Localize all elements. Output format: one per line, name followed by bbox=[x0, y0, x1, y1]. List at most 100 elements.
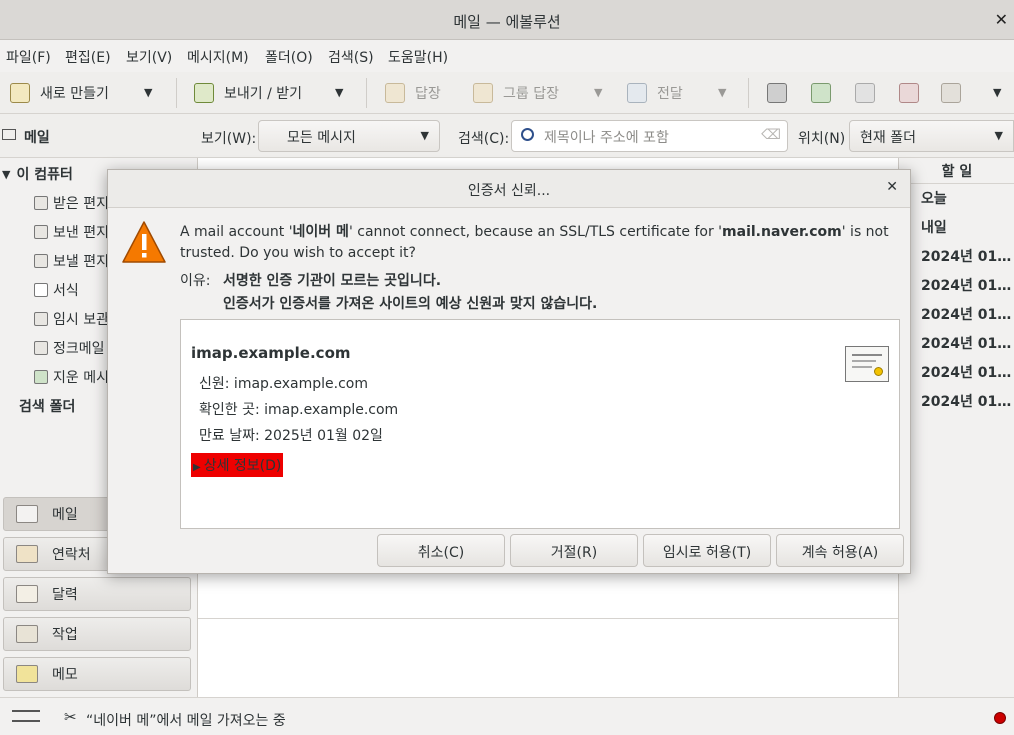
search-label: 검색(C): bbox=[458, 131, 510, 147]
status-text: “네이버 메”에서 메일 가져오는 중 bbox=[86, 713, 286, 729]
template-icon bbox=[34, 283, 48, 297]
view-select[interactable]: 모든 메시지 ▼ bbox=[258, 120, 440, 152]
expand-triangle-icon: ▼ bbox=[2, 167, 11, 181]
junk-icon bbox=[34, 341, 48, 355]
todo-item[interactable]: 2024년 01… bbox=[921, 275, 1011, 295]
details-expander[interactable]: ▶ 상세 정보(D) bbox=[191, 453, 284, 477]
print-icon[interactable] bbox=[767, 83, 787, 103]
switcher-label: 작업 bbox=[52, 627, 78, 643]
sidebar-header: 메일 bbox=[0, 114, 198, 158]
todo-item[interactable]: 2024년 01… bbox=[921, 391, 1011, 411]
dialog-close-button[interactable]: ✕ bbox=[886, 179, 898, 195]
window-title: 메일 — 에볼루션 bbox=[453, 13, 561, 31]
view-label: 보기(W): bbox=[201, 131, 257, 147]
todo-item[interactable]: 2024년 01… bbox=[921, 304, 1011, 324]
cancel-icon[interactable] bbox=[941, 83, 961, 103]
folder-templates[interactable]: 서식 bbox=[34, 280, 79, 300]
reply-icon bbox=[385, 83, 405, 103]
folder-label: 보낼 편지 bbox=[53, 254, 109, 270]
search-input[interactable]: 제목이나 주소에 포함 ⌫ bbox=[511, 120, 788, 152]
tree-root-label: 이 컴퓨터 bbox=[16, 167, 73, 183]
send-receive-icon bbox=[194, 83, 214, 103]
sidebar-title: 메일 bbox=[24, 130, 50, 146]
menu-view[interactable]: 보기(V) bbox=[126, 47, 172, 67]
outbox-icon bbox=[34, 254, 48, 268]
reason-item: 서명한 인증 기관이 모르는 곳입니다. bbox=[223, 273, 442, 289]
status-bar: ✂ “네이버 메”에서 메일 가져오는 중 bbox=[0, 697, 1014, 735]
search-icon bbox=[521, 128, 534, 141]
location-label: 위치(N) bbox=[798, 131, 846, 147]
new-button-label: 새로 만들기 bbox=[40, 86, 109, 102]
folder-trash[interactable]: 지운 메시 bbox=[34, 367, 109, 387]
certificate-expiry: 만료 날짜: 2025년 01월 02일 bbox=[199, 428, 383, 444]
clear-icon[interactable]: ⌫ bbox=[761, 127, 781, 143]
drafts-icon bbox=[34, 312, 48, 326]
group-reply-button[interactable]: 그룹 답장 bbox=[473, 80, 559, 106]
menu-folder[interactable]: 폴더(O) bbox=[265, 47, 313, 67]
folder-label: 보낸 편지 bbox=[53, 225, 109, 241]
switcher-calendar[interactable]: 달력 bbox=[3, 577, 191, 611]
folder-inbox[interactable]: 받은 편지 bbox=[34, 193, 109, 213]
delete-trash-icon[interactable] bbox=[811, 83, 831, 103]
cancel-button[interactable]: 취소(C) bbox=[377, 534, 505, 567]
folder-outbox[interactable]: 보낼 편지 bbox=[34, 251, 109, 271]
todo-header: 할 일 bbox=[899, 158, 1014, 184]
window-close-button[interactable]: ✕ bbox=[995, 10, 1008, 29]
inbox-icon bbox=[34, 196, 48, 210]
reject-button[interactable]: 거절(R) bbox=[510, 534, 638, 567]
folder-label: 정크메일 bbox=[53, 341, 105, 357]
group-reply-icon bbox=[473, 83, 493, 103]
reason-item: 인증서가 인증서를 가져온 사이트의 예상 신원과 맞지 않습니다. bbox=[223, 296, 598, 312]
group-reply-chevron-down-icon[interactable]: ▼ bbox=[594, 86, 602, 99]
connection-icon[interactable] bbox=[12, 710, 40, 722]
mail-icon bbox=[16, 505, 38, 523]
search-folders[interactable]: 검색 폴더 bbox=[19, 396, 75, 416]
todo-item[interactable]: 2024년 01… bbox=[921, 246, 1011, 266]
location-select-value: 현재 폴더 bbox=[860, 130, 916, 146]
reason-label: 이유: bbox=[180, 273, 211, 289]
todo-item[interactable]: 2024년 01… bbox=[921, 333, 1011, 353]
junk-icon[interactable] bbox=[855, 83, 875, 103]
reply-label: 답장 bbox=[415, 86, 441, 102]
switcher-label: 메모 bbox=[52, 667, 78, 683]
send-receive-chevron-down-icon[interactable]: ▼ bbox=[335, 86, 343, 99]
message-text: ' cannot connect, because an SSL/TLS cer… bbox=[348, 224, 723, 240]
certificate-identity: 신원: imap.example.com bbox=[199, 376, 368, 392]
folder-drafts[interactable]: 임시 보관 bbox=[34, 309, 109, 329]
menu-file[interactable]: 파일(F) bbox=[6, 47, 51, 67]
accept-temporarily-button[interactable]: 임시로 허용(T) bbox=[643, 534, 771, 567]
forward-icon bbox=[627, 83, 647, 103]
forward-chevron-down-icon[interactable]: ▼ bbox=[718, 86, 726, 99]
mail-icon bbox=[2, 129, 16, 140]
todo-item[interactable]: 오늘 bbox=[921, 188, 947, 208]
folder-label: 지운 메시 bbox=[53, 370, 109, 386]
certificate-verified-by: 확인한 곳: imap.example.com bbox=[199, 402, 399, 418]
menu-bar: 파일(F) 편집(E) 보기(V) 메시지(M) 폴더(O) 검색(S) 도움말… bbox=[0, 40, 1014, 72]
folder-junk[interactable]: 정크메일 bbox=[34, 338, 105, 358]
folder-sent[interactable]: 보낸 편지 bbox=[34, 222, 109, 242]
new-button[interactable]: 새로 만들기 bbox=[10, 80, 109, 106]
reply-button[interactable]: 답장 bbox=[385, 80, 441, 106]
send-receive-label: 보내기 / 받기 bbox=[224, 86, 303, 102]
menu-message[interactable]: 메시지(M) bbox=[187, 47, 249, 67]
toolbar-overflow-chevron-down-icon[interactable]: ▼ bbox=[993, 86, 1001, 99]
forward-button[interactable]: 전달 bbox=[627, 80, 683, 106]
menu-search[interactable]: 검색(S) bbox=[328, 47, 374, 67]
location-select[interactable]: 현재 폴더 ▼ bbox=[849, 120, 1014, 152]
tree-root-this-computer[interactable]: ▼ 이 컴퓨터 bbox=[2, 164, 73, 184]
menu-help[interactable]: 도움말(H) bbox=[388, 47, 448, 67]
todo-item[interactable]: 2024년 01… bbox=[921, 362, 1011, 382]
menu-edit[interactable]: 편집(E) bbox=[65, 47, 111, 67]
memo-icon bbox=[16, 665, 38, 683]
chevron-down-icon: ▼ bbox=[994, 129, 1003, 142]
send-receive-button[interactable]: 보내기 / 받기 bbox=[194, 80, 302, 106]
todo-item[interactable]: 내일 bbox=[921, 217, 947, 237]
details-label: 상세 정보(D) bbox=[203, 458, 282, 474]
new-dropdown-chevron-down-icon[interactable]: ▼ bbox=[144, 86, 152, 99]
accept-permanently-button[interactable]: 계속 허용(A) bbox=[776, 534, 904, 567]
switcher-tasks[interactable]: 작업 bbox=[3, 617, 191, 651]
view-select-value: 모든 메시지 bbox=[287, 130, 356, 146]
tasks-icon bbox=[16, 625, 38, 643]
switcher-memos[interactable]: 메모 bbox=[3, 657, 191, 691]
not-junk-icon[interactable] bbox=[899, 83, 919, 103]
